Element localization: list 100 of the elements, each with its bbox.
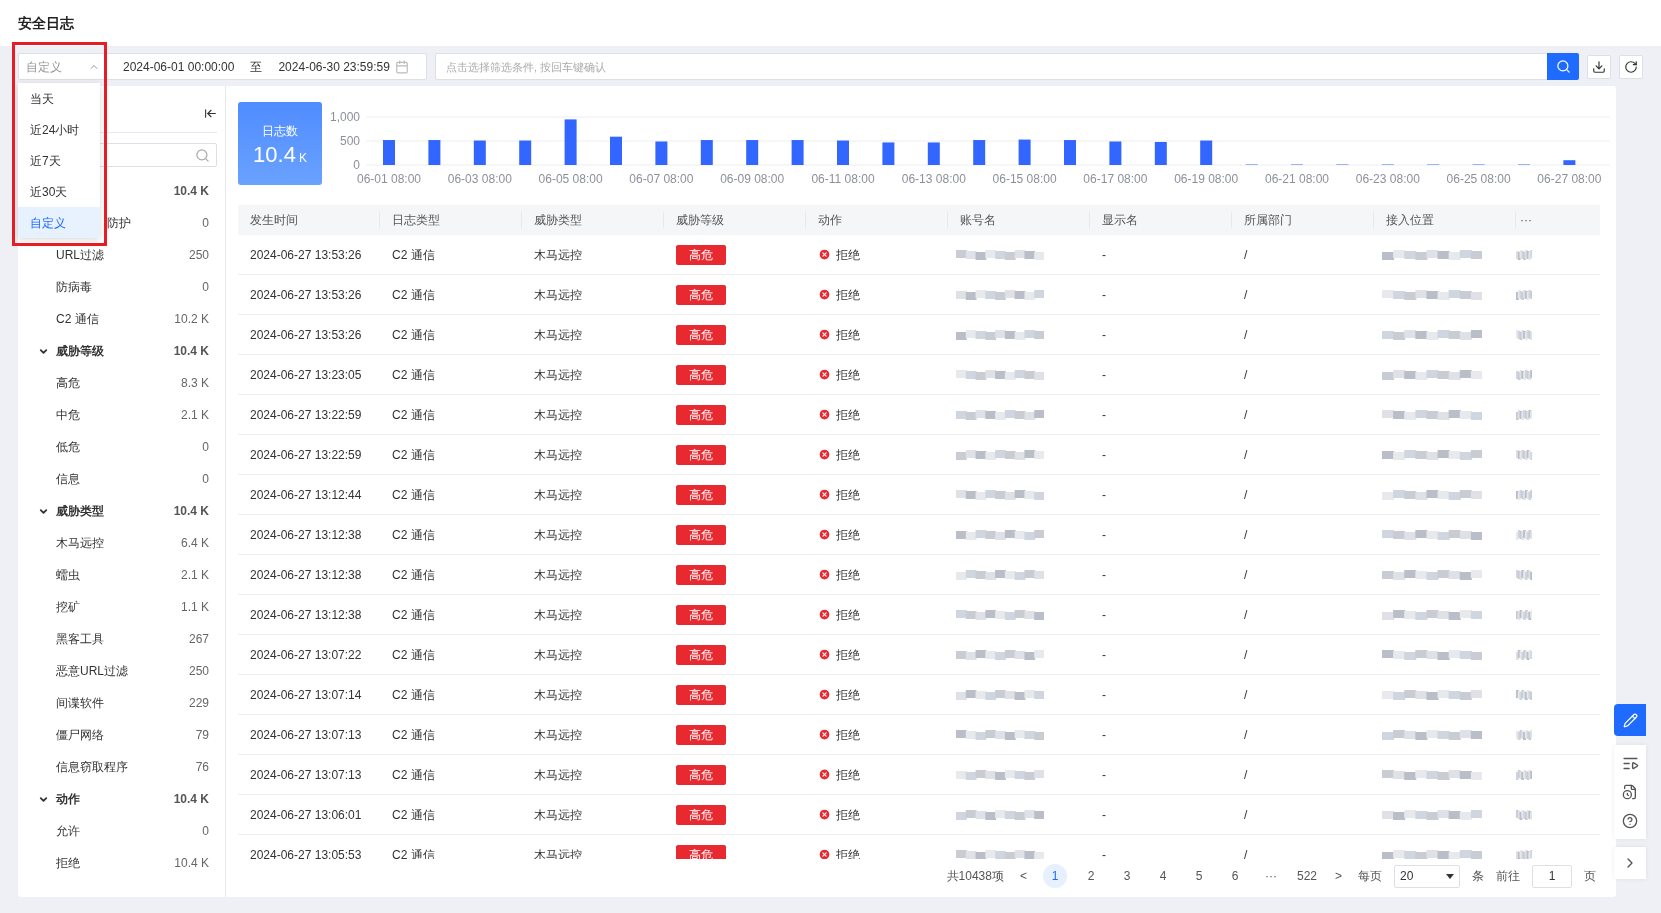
filter-item-label: 间谍软件 bbox=[56, 695, 104, 712]
table-cell: 木马远控 bbox=[534, 647, 582, 662]
table-cell: 2024-06-27 13:12:38 bbox=[250, 607, 362, 622]
filter-item[interactable]: 蠕虫 2.1 K bbox=[18, 559, 225, 591]
filter-item[interactable]: C2 通信 10.2 K bbox=[18, 303, 225, 335]
goto-page-field[interactable]: 1 bbox=[1532, 864, 1572, 888]
filter-item[interactable]: 黑客工具 267 bbox=[18, 623, 225, 655]
table-cell: 木马远控 bbox=[534, 607, 582, 622]
filter-count: 79 bbox=[195, 727, 209, 744]
chart-bar bbox=[1018, 139, 1031, 165]
filter-item[interactable]: 拒绝 10.4 K bbox=[18, 847, 225, 879]
help-icon[interactable] bbox=[1622, 812, 1638, 829]
table-cell: / bbox=[1244, 327, 1248, 342]
table-cell-text: 拒绝 bbox=[836, 326, 860, 344]
filter-item-label: 信息 bbox=[56, 471, 80, 488]
download-button[interactable] bbox=[1587, 54, 1611, 79]
filter-item-label: 高危 bbox=[56, 375, 80, 392]
dropdown-option[interactable]: 近24小时 bbox=[18, 114, 100, 145]
table-cell: - bbox=[1102, 367, 1106, 382]
search-field[interactable]: 点击选择筛选条件, 按回车键确认 bbox=[435, 53, 1548, 80]
filter-item[interactable]: 挖矿 1.1 K bbox=[18, 591, 225, 623]
edit-button[interactable] bbox=[1614, 704, 1646, 736]
filter-item[interactable]: 信息 0 bbox=[18, 463, 225, 495]
table-cell-text: 拒绝 bbox=[836, 446, 860, 464]
table-cell: - bbox=[1102, 847, 1106, 859]
filter-group-header[interactable]: 威胁等级 10.4 K bbox=[18, 335, 225, 367]
page-button[interactable]: 3 bbox=[1115, 864, 1139, 888]
search-button[interactable] bbox=[1547, 53, 1579, 80]
page-button[interactable]: 2 bbox=[1079, 864, 1103, 888]
table-cell: 木马远控 bbox=[534, 767, 582, 782]
table-cell-text: 拒绝 bbox=[836, 406, 860, 424]
filter-item[interactable]: URL过滤 250 bbox=[18, 239, 225, 271]
collapse-icon[interactable] bbox=[204, 106, 217, 120]
table-cell: 木马远控 bbox=[534, 247, 582, 262]
filter-item[interactable]: 僵尸网络 79 bbox=[18, 719, 225, 751]
filter-group-header[interactable]: 动作 10.4 K bbox=[18, 783, 225, 815]
next-page-button[interactable]: > bbox=[1331, 867, 1346, 885]
refresh-button[interactable] bbox=[1619, 54, 1643, 79]
dropdown-option[interactable]: 当天 bbox=[18, 83, 100, 114]
table-cell: C2 通信 bbox=[392, 367, 435, 382]
chart-bar bbox=[837, 140, 849, 165]
filter-item[interactable]: 低危 0 bbox=[18, 431, 225, 463]
filter-item[interactable]: 恶意URL过滤 250 bbox=[18, 655, 225, 687]
table-cell: / bbox=[1244, 287, 1248, 302]
filter-item[interactable]: 防病毒 0 bbox=[18, 271, 225, 303]
filter-item[interactable]: 允许 0 bbox=[18, 815, 225, 847]
filter-count: 0 bbox=[202, 471, 209, 488]
table-cell-text: 拒绝 bbox=[836, 246, 860, 264]
chart-bar bbox=[700, 140, 713, 165]
table-cell: - bbox=[1102, 447, 1106, 462]
filter-item[interactable]: 木马远控 6.4 K bbox=[18, 527, 225, 559]
table-cell: 木马远控 bbox=[534, 287, 582, 302]
dropdown-option[interactable]: 自定义 bbox=[18, 207, 100, 238]
end-date[interactable]: 2024-06-30 23:59:59 bbox=[278, 57, 390, 76]
table-cell: 木马远控 bbox=[534, 687, 582, 702]
filter-item[interactable]: 信息窃取程序 76 bbox=[18, 751, 225, 783]
page-button[interactable]: 5 bbox=[1187, 864, 1211, 888]
severity-badge: 高危 bbox=[676, 524, 726, 545]
page-button[interactable]: 522 bbox=[1295, 864, 1319, 888]
dropdown-option[interactable]: 近7天 bbox=[18, 145, 100, 176]
dropdown-option[interactable]: 近30天 bbox=[18, 176, 100, 207]
table-cell: / bbox=[1244, 647, 1248, 662]
table-cell: 木马远控 bbox=[534, 567, 582, 582]
start-date[interactable]: 2024-06-01 00:00:00 bbox=[123, 57, 235, 76]
table-cell: 木马远控 bbox=[534, 447, 582, 462]
filter-item[interactable]: 高危 8.3 K bbox=[18, 367, 225, 399]
chart-bar bbox=[1109, 141, 1122, 165]
prev-page-button[interactable]: < bbox=[1015, 867, 1031, 885]
table-cell: C2 通信 bbox=[392, 487, 435, 502]
document-clock-icon[interactable] bbox=[1622, 784, 1638, 801]
severity-badge: 高危 bbox=[676, 324, 726, 345]
chart-bar bbox=[1154, 141, 1167, 165]
deny-icon bbox=[818, 488, 831, 501]
axis-tick-label: 06-17 08:00 bbox=[1083, 172, 1148, 186]
page-button[interactable]: 4 bbox=[1151, 864, 1175, 888]
filter-item[interactable]: 中危 2.1 K bbox=[18, 399, 225, 431]
severity-badge: 高危 bbox=[676, 404, 726, 425]
deny-icon bbox=[818, 408, 831, 421]
filter-item[interactable]: 间谍软件 229 bbox=[18, 687, 225, 719]
stat-label: 日志数 bbox=[262, 122, 298, 140]
chart-bar bbox=[610, 136, 622, 165]
filter-count: 10.4 K bbox=[173, 343, 209, 360]
chart-bar bbox=[655, 141, 668, 165]
page-button[interactable]: 1 bbox=[1043, 864, 1067, 888]
table-cell: - bbox=[1102, 607, 1106, 622]
axis-tick-label: 0 bbox=[353, 158, 360, 172]
table-cell: 2024-06-27 13:12:38 bbox=[250, 527, 362, 542]
filter-group-header[interactable]: 威胁类型 10.4 K bbox=[18, 495, 225, 527]
column-header: 账号名 bbox=[960, 212, 996, 229]
axis-tick-label: 06-03 08:00 bbox=[447, 172, 512, 186]
date-range-picker[interactable]: 自定义 2024-06-01 00:00:00 至 2024-06-30 23:59:59 bbox=[18, 53, 427, 80]
page-button[interactable]: 6 bbox=[1223, 864, 1247, 888]
per-page-unit: 条 bbox=[1472, 868, 1484, 885]
page-button[interactable]: ··· bbox=[1259, 864, 1283, 888]
column-settings-button[interactable]: ··· bbox=[1520, 211, 1532, 229]
table-cell-text: 拒绝 bbox=[836, 766, 860, 784]
filter-count: 250 bbox=[188, 247, 209, 264]
deny-icon bbox=[818, 728, 831, 741]
page-size-select[interactable]: 20 bbox=[1394, 864, 1460, 888]
severity-badge: 高危 bbox=[676, 804, 726, 825]
